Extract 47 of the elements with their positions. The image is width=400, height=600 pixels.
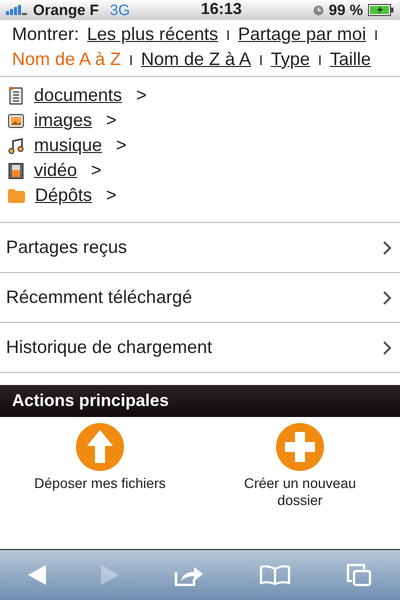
folder-link[interactable]: Dépôts <box>35 185 92 206</box>
sort-label: Montrer: <box>12 24 80 44</box>
chevron-text: > <box>136 85 147 106</box>
separator: I <box>374 27 378 43</box>
chevron-text: > <box>91 160 102 181</box>
separator: I <box>259 52 263 68</box>
battery-icon <box>368 4 394 16</box>
sort-link[interactable]: Les plus récents <box>87 22 218 46</box>
folder-link[interactable]: documents <box>34 85 122 106</box>
back-icon[interactable] <box>28 565 46 585</box>
action-link[interactable]: Déposer mes fichiers <box>25 475 175 492</box>
chevron-text: > <box>116 135 127 156</box>
carrier-name: Orange F <box>33 2 99 18</box>
document-icon <box>8 86 24 104</box>
share-icon[interactable] <box>174 564 204 586</box>
sort-link[interactable]: Taille <box>330 47 371 71</box>
network-type: 3G <box>110 2 130 18</box>
sort-link[interactable]: Partage par moi <box>238 22 366 46</box>
music-note-icon <box>8 138 24 154</box>
folder-link[interactable]: vidéo <box>34 160 78 181</box>
chevron-text: > <box>106 185 117 206</box>
chevron-icon <box>383 240 392 254</box>
menu-item[interactable]: Partages reçus <box>0 223 400 273</box>
plus-icon[interactable] <box>276 423 324 471</box>
film-icon <box>8 162 24 178</box>
folder-link[interactable]: images <box>34 110 92 131</box>
sort-link[interactable]: Type <box>270 47 310 71</box>
chevron-icon <box>383 340 392 354</box>
status-time: 16:13 <box>200 1 242 19</box>
separator: I <box>318 52 322 68</box>
separator: I <box>226 27 230 43</box>
separator: I <box>129 52 133 68</box>
menu-item[interactable]: Historique de chargement <box>0 323 400 373</box>
bookmarks-icon[interactable] <box>259 565 292 585</box>
menu-item[interactable]: Récemment téléchargé <box>0 273 400 323</box>
image-icon <box>8 112 24 128</box>
sort-link[interactable]: Nom de Z à A <box>140 47 252 71</box>
folder-link[interactable]: musique <box>34 135 102 156</box>
clock-icon <box>312 4 324 16</box>
tabs-icon[interactable] <box>346 563 372 587</box>
section-header: Actions principales <box>0 385 400 417</box>
battery-percent: 99 % <box>328 2 363 18</box>
chevron-icon <box>383 290 392 304</box>
signal-icon <box>6 5 28 15</box>
folder-icon <box>8 188 25 202</box>
action-link[interactable]: Créer un nouveau dossier <box>225 475 375 509</box>
chevron-text: > <box>106 110 117 131</box>
